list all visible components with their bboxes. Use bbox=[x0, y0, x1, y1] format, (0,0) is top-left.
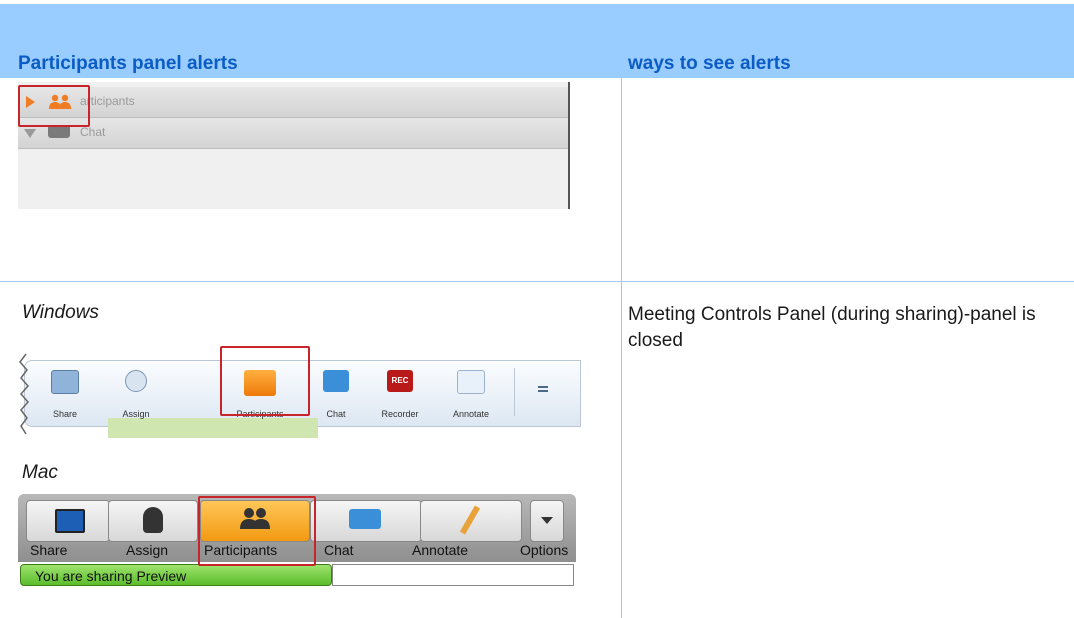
highlight-box bbox=[220, 346, 310, 416]
windows-chat-button[interactable]: Chat bbox=[314, 364, 358, 419]
chat-icon bbox=[349, 509, 381, 529]
windows-share-button[interactable]: Share bbox=[40, 364, 90, 419]
column-divider bbox=[621, 78, 622, 281]
toolbar-divider bbox=[514, 368, 515, 416]
column-divider bbox=[621, 282, 622, 618]
mac-assign-label: Assign bbox=[126, 542, 169, 558]
windows-annotate-label: Annotate bbox=[452, 409, 490, 419]
mac-chat-label: Chat bbox=[324, 542, 354, 558]
windows-assign-label: Assign bbox=[122, 409, 150, 419]
chat-label: Chat bbox=[80, 125, 106, 139]
chat-row: Chat bbox=[18, 118, 568, 149]
windows-recorder-button[interactable]: REC Recorder bbox=[374, 364, 426, 419]
assign-icon bbox=[125, 370, 147, 392]
row-divider bbox=[0, 281, 1074, 282]
pencil-icon bbox=[459, 505, 481, 535]
table-header-row: Participants panel alerts ways to see al… bbox=[0, 4, 1074, 78]
status-bar-blank bbox=[332, 564, 574, 586]
mac-options-button[interactable] bbox=[530, 500, 564, 542]
participants-row: articipants bbox=[18, 87, 568, 118]
alert-description: Meeting Controls Panel (during sharing)-… bbox=[628, 304, 1036, 351]
record-icon: REC bbox=[387, 370, 413, 392]
mac-sharing-status: You are sharing Preview bbox=[20, 564, 332, 586]
share-icon bbox=[55, 509, 85, 533]
mac-annotate-label: Annotate bbox=[412, 542, 469, 558]
mac-share-button[interactable] bbox=[26, 500, 110, 542]
mac-assign-button[interactable] bbox=[108, 500, 198, 542]
windows-assign-button[interactable]: Assign bbox=[108, 364, 164, 419]
assign-icon bbox=[143, 507, 163, 533]
caption-windows: Windows bbox=[22, 302, 99, 323]
collapse-arrow-icon bbox=[24, 129, 36, 138]
windows-annotate-button[interactable]: Annotate bbox=[442, 364, 500, 419]
chevron-down-icon bbox=[541, 517, 553, 524]
caption-mac: Mac bbox=[22, 462, 58, 483]
windows-chat-label: Chat bbox=[326, 409, 346, 419]
overflow-menu-icon[interactable] bbox=[538, 386, 548, 388]
header-ways-to-see-alerts: ways to see alerts bbox=[628, 53, 791, 74]
mac-chat-button[interactable] bbox=[310, 500, 422, 542]
annotate-icon bbox=[457, 370, 485, 394]
highlight-box bbox=[198, 496, 316, 566]
header-participants-panel-alerts: Participants panel alerts bbox=[18, 53, 238, 74]
share-icon bbox=[51, 370, 79, 394]
highlight-box bbox=[18, 85, 90, 127]
windows-share-label: Share bbox=[52, 409, 78, 419]
participants-panel-screenshot: articipants Chat bbox=[18, 82, 570, 209]
mac-options-label: Options bbox=[520, 542, 569, 558]
torn-edge-icon bbox=[19, 353, 29, 435]
mac-annotate-button[interactable] bbox=[420, 500, 522, 542]
sharing-banner bbox=[108, 418, 318, 438]
mac-share-label: Share bbox=[30, 542, 68, 558]
windows-recorder-label: Recorder bbox=[381, 409, 419, 419]
chat-icon bbox=[323, 370, 349, 392]
